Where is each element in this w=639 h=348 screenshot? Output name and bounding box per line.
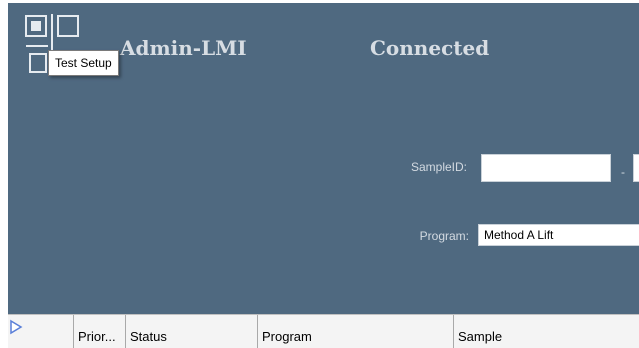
- priority-column-header[interactable]: Prior...: [74, 315, 126, 348]
- run-column-header[interactable]: [8, 315, 74, 348]
- program-select[interactable]: Method A Lift: [478, 224, 639, 246]
- program-label: Program:: [419, 229, 469, 243]
- connection-status-label: Connected: [370, 36, 490, 60]
- status-column-header[interactable]: Status: [126, 315, 258, 348]
- sample-id-input[interactable]: [481, 154, 611, 182]
- sample-id-label: SampleID:: [410, 160, 467, 174]
- job-grid-header: Prior... Status Program Sample: [8, 314, 639, 348]
- test-setup-tooltip: Test Setup: [48, 50, 119, 76]
- sample-id-suffix-input[interactable]: [633, 154, 639, 182]
- play-arrow-icon[interactable]: [8, 319, 24, 335]
- sample-column-header[interactable]: Sample: [454, 315, 639, 348]
- sample-id-separator: -: [621, 165, 625, 179]
- user-name-label: Admin-LMI: [120, 36, 247, 60]
- program-column-header[interactable]: Program: [258, 315, 454, 348]
